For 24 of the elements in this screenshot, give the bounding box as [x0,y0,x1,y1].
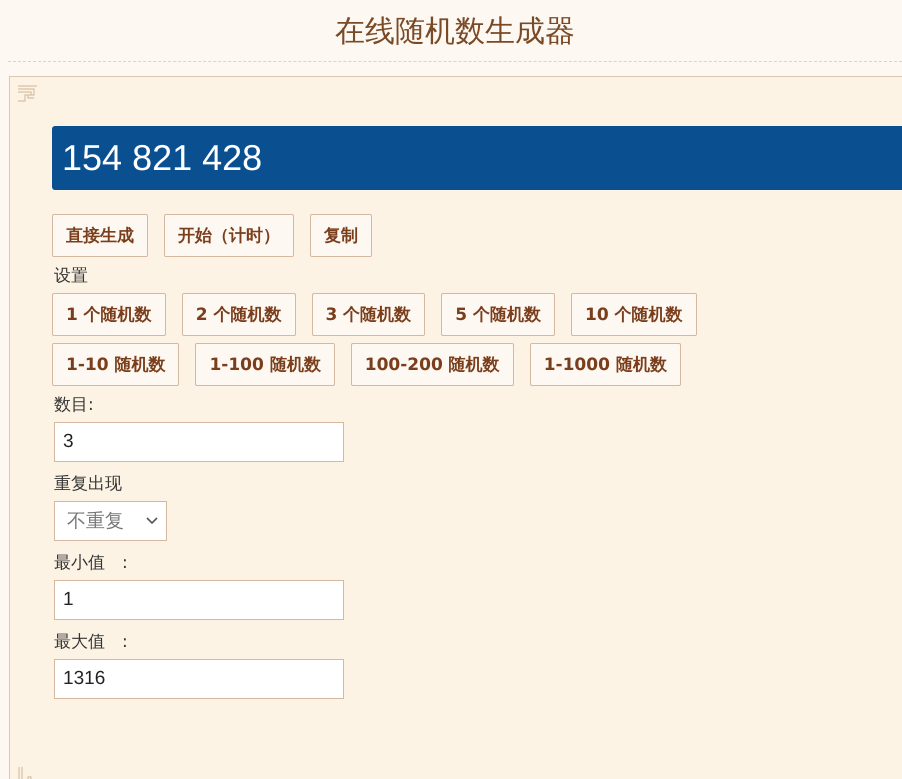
preset-button[interactable]: 10 个随机数 [571,293,697,336]
preset-button[interactable]: 1-10 随机数 [52,343,180,386]
action-button[interactable]: 直接生成 [52,214,148,257]
input-field[interactable]: 3 [54,422,344,462]
preset-button[interactable]: 1-1000 随机数 [530,343,681,386]
field-label: 数目: [54,394,95,416]
settings-label: 设置 [54,265,89,287]
repeat-select[interactable]: 不重复 [54,501,167,541]
action-button[interactable]: 复制 [310,214,372,257]
preset-button[interactable]: 1-100 随机数 [195,343,335,386]
page-title: 在线随机数生成器 [335,13,575,51]
preset-button[interactable]: 3 个随机数 [312,293,426,336]
field-label: 最大值 : [54,631,129,653]
action-button[interactable]: 开始（计时） [164,214,294,257]
preset-button[interactable]: 100-200 随机数 [350,343,514,386]
preset-button[interactable]: 2 个随机数 [182,293,296,336]
input-field[interactable]: 1316 [54,659,344,699]
chevron-down-icon [146,517,158,525]
field-label: 重复出现 [54,473,123,495]
input-field[interactable]: 1 [54,580,344,620]
result-display: 154 821 428 [52,126,902,190]
preset-button[interactable]: 1 个随机数 [52,293,166,336]
field-label: 最小值 : [54,552,129,574]
preset-button[interactable]: 5 个随机数 [441,293,555,336]
